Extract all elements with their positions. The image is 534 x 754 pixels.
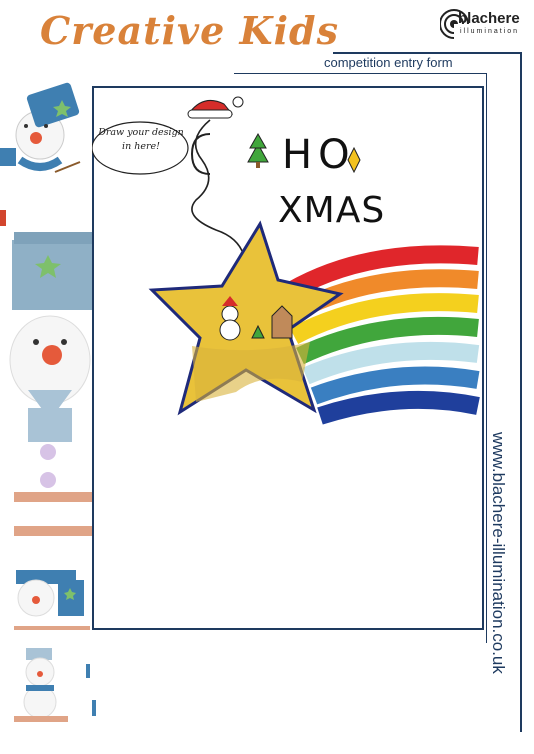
drawing-xmas-text: XMAS — [278, 190, 386, 231]
logo-name: blachere — [458, 10, 520, 27]
website-url: www.blachere-illumination.co.uk — [489, 432, 508, 674]
drawing-ho-text: HO — [282, 132, 356, 178]
entry-form-page: Creative Kids blachere illumination comp… — [0, 0, 534, 754]
rainbow — [277, 245, 480, 425]
snowman-decor-strip — [0, 82, 96, 722]
logo-subtitle: illumination — [460, 28, 520, 35]
form-subtitle: competition entry form — [324, 55, 453, 70]
header-rule — [333, 52, 521, 54]
snowman-icon — [14, 648, 96, 722]
snowman-icon — [14, 570, 90, 630]
page-title: Creative Kids — [40, 8, 339, 53]
santa-hat-icon — [187, 96, 244, 119]
tree-icon — [247, 132, 269, 168]
right-border-rule — [520, 52, 522, 732]
snowman-icon — [9, 232, 96, 536]
header-rule-lower — [234, 73, 486, 74]
inner-border-rule — [486, 73, 487, 643]
speech-bubble-text: Draw your design in here! — [98, 127, 184, 152]
snowman-icon — [0, 82, 81, 173]
